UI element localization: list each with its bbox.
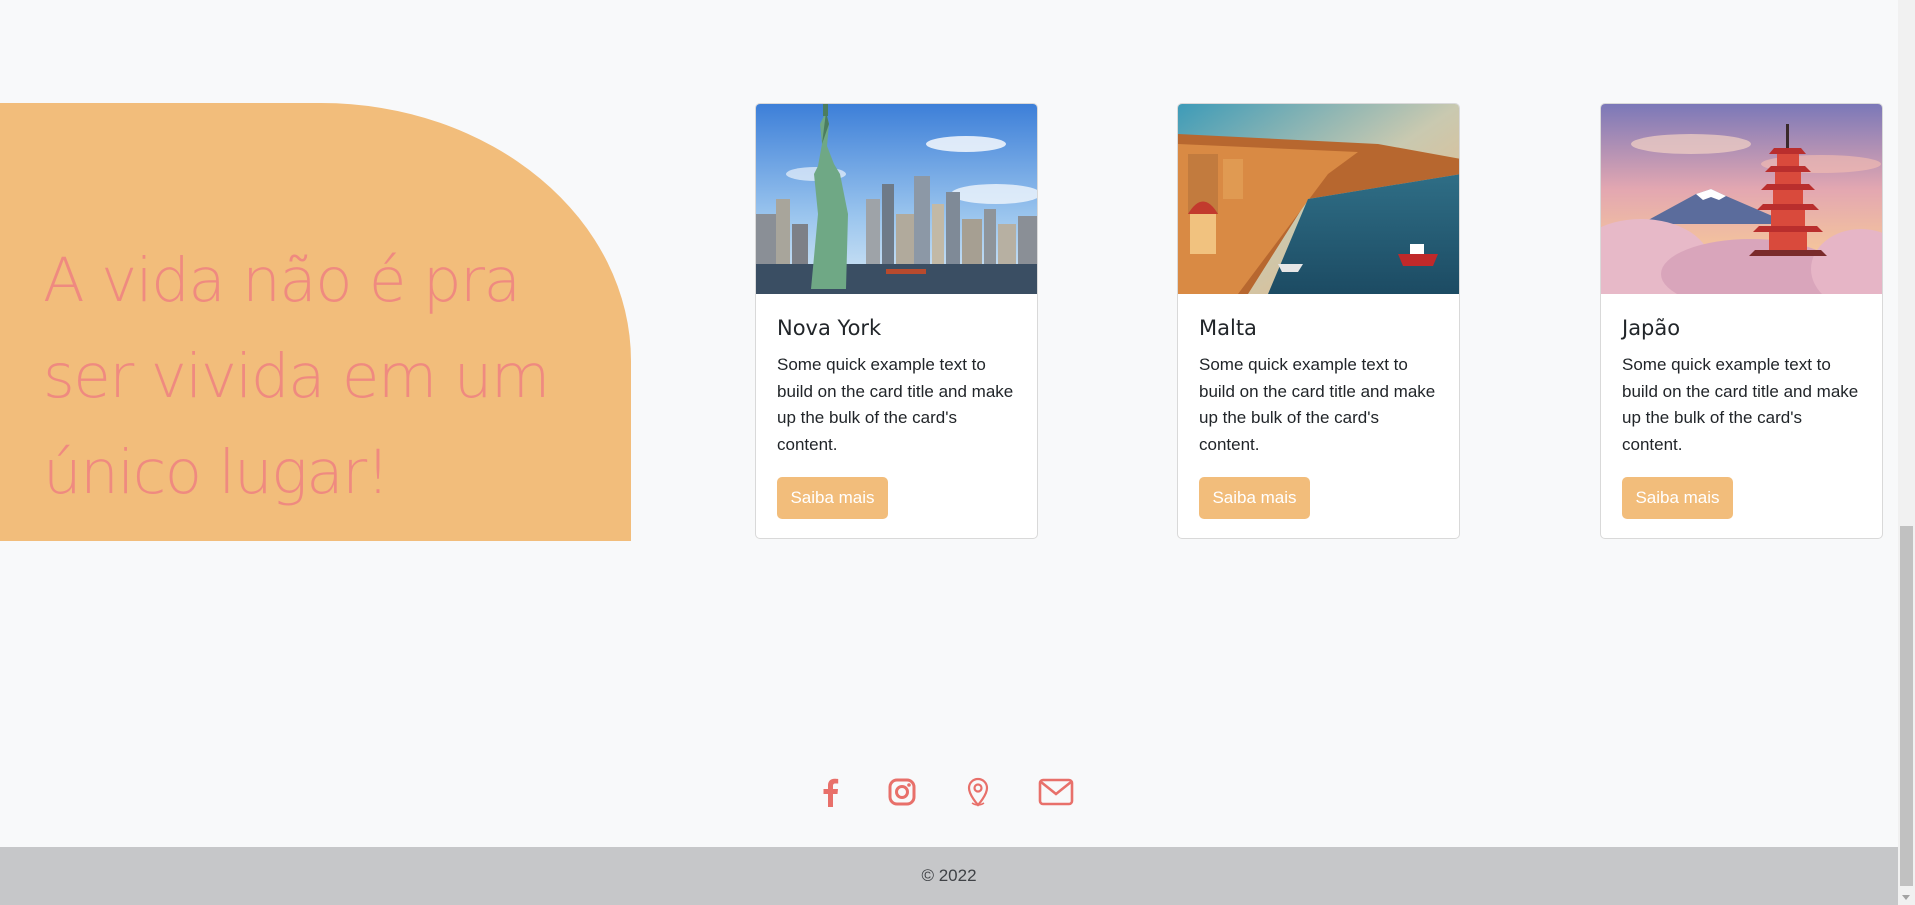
saiba-mais-button-japao[interactable]: Saiba mais: [1622, 477, 1733, 519]
scrollbar-thumb[interactable]: [1900, 526, 1913, 886]
scroll-down-arrow-icon[interactable]: [1902, 895, 1910, 900]
destination-card-malta: Malta Some quick example text to build o…: [1177, 103, 1460, 539]
page: A vida não é pra ser vivida em um único …: [0, 0, 1915, 905]
card-image-malta: [1178, 104, 1459, 294]
card-body: Malta Some quick example text to build o…: [1199, 315, 1441, 458]
destination-card-japao: Japão Some quick example text to build o…: [1600, 103, 1883, 539]
card-title: Nova York: [777, 316, 882, 340]
footer: © 2022: [0, 847, 1898, 905]
copyright-text: © 2022: [921, 866, 977, 885]
saiba-mais-button-nova-york[interactable]: Saiba mais: [777, 477, 888, 519]
card-image-japao: [1601, 104, 1882, 294]
card-text: Some quick example text to build on the …: [1199, 355, 1436, 454]
card-image-nova-york: [756, 104, 1037, 294]
vertical-scrollbar[interactable]: [1898, 0, 1915, 905]
card-body: Japão Some quick example text to build o…: [1622, 315, 1864, 458]
card-title: Japão: [1622, 316, 1681, 340]
destination-card-nova-york: Nova York Some quick example text to bui…: [755, 103, 1038, 539]
card-body: Nova York Some quick example text to bui…: [777, 315, 1019, 458]
card-text: Some quick example text to build on the …: [777, 355, 1014, 454]
saiba-mais-button-malta[interactable]: Saiba mais: [1199, 477, 1310, 519]
card-title: Malta: [1199, 316, 1257, 340]
facebook-icon[interactable]: [815, 774, 845, 810]
hero-headline: A vida não é pra ser vivida em um único …: [43, 245, 550, 508]
card-text: Some quick example text to build on the …: [1622, 355, 1859, 454]
envelope-icon[interactable]: [1036, 774, 1076, 810]
location-pin-icon[interactable]: [960, 774, 996, 810]
instagram-icon[interactable]: [884, 774, 920, 810]
